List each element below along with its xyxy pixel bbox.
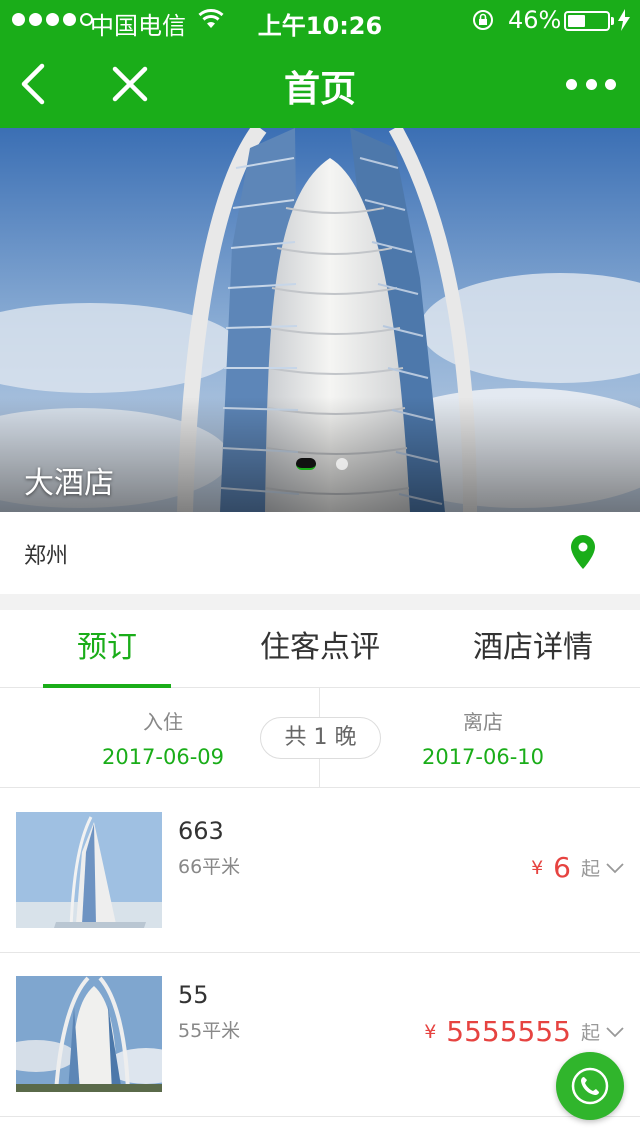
checkout-picker[interactable]: 离店 2017-06-10 bbox=[383, 706, 583, 769]
top-bar: 中国电信 上午10:26 46% 首页 bbox=[0, 0, 640, 128]
room-price[interactable]: ¥ 6 起 bbox=[531, 851, 624, 884]
room-photo bbox=[16, 812, 162, 928]
banner-title: 大酒店 bbox=[24, 466, 114, 501]
banner-dot-active[interactable] bbox=[296, 458, 316, 470]
rotation-lock-icon bbox=[473, 10, 493, 30]
section-divider bbox=[0, 594, 640, 610]
room-area: 66平米 bbox=[178, 856, 241, 878]
room-item[interactable]: 55 55平米 ¥ 5555555 起 bbox=[0, 953, 640, 1117]
banner-dot[interactable] bbox=[336, 458, 348, 470]
room-name: 55 bbox=[178, 981, 209, 1009]
checkout-label: 离店 bbox=[463, 710, 503, 734]
banner-pagination bbox=[296, 458, 348, 470]
hero-banner[interactable]: 大酒店 bbox=[0, 128, 640, 512]
checkin-date: 2017-06-09 bbox=[101, 745, 225, 769]
room-area: 55平米 bbox=[178, 1020, 241, 1042]
call-button[interactable] bbox=[556, 1052, 624, 1120]
phone-icon bbox=[571, 1067, 609, 1105]
nights-badge: 共 1 晚 bbox=[260, 717, 381, 759]
room-photo bbox=[16, 976, 162, 1092]
chevron-down-icon[interactable] bbox=[606, 1026, 624, 1038]
price-value: 5555555 bbox=[446, 1015, 571, 1048]
location-pin-icon[interactable] bbox=[570, 534, 596, 570]
more-dots-icon[interactable] bbox=[566, 74, 616, 94]
battery-percent: 46% bbox=[508, 6, 562, 34]
battery-tip bbox=[611, 17, 614, 25]
status-bar: 中国电信 上午10:26 46% bbox=[0, 0, 640, 40]
charging-icon bbox=[618, 9, 630, 31]
battery-icon bbox=[564, 11, 610, 31]
price-currency: ¥ bbox=[531, 856, 544, 879]
tab-bar: 预订 住客点评 酒店详情 bbox=[0, 610, 640, 688]
checkout-date: 2017-06-10 bbox=[421, 745, 545, 769]
price-currency: ¥ bbox=[424, 1020, 437, 1043]
room-item[interactable]: 663 66平米 ¥ 6 起 bbox=[0, 789, 640, 953]
checkin-label: 入住 bbox=[143, 710, 183, 734]
date-selector: 入住 2017-06-09 离店 2017-06-10 共 1 晚 bbox=[0, 688, 640, 788]
chevron-down-icon[interactable] bbox=[606, 862, 624, 874]
price-value: 6 bbox=[553, 851, 571, 884]
tab-booking[interactable]: 预订 bbox=[0, 610, 214, 688]
checkin-picker[interactable]: 入住 2017-06-09 bbox=[63, 706, 263, 769]
room-name: 663 bbox=[178, 817, 224, 845]
location-row[interactable]: 郑州 bbox=[0, 512, 640, 594]
tab-hotel-details[interactable]: 酒店详情 bbox=[426, 610, 640, 688]
location-city: 郑州 bbox=[24, 544, 69, 569]
hotel-photo bbox=[0, 128, 640, 512]
price-from-label: 起 bbox=[580, 858, 600, 880]
room-price[interactable]: ¥ 5555555 起 bbox=[424, 1015, 624, 1048]
price-from-label: 起 bbox=[580, 1022, 600, 1044]
tab-reviews[interactable]: 住客点评 bbox=[213, 610, 427, 688]
page-title: 首页 bbox=[283, 69, 356, 110]
nav-bar: 首页 bbox=[0, 40, 640, 128]
